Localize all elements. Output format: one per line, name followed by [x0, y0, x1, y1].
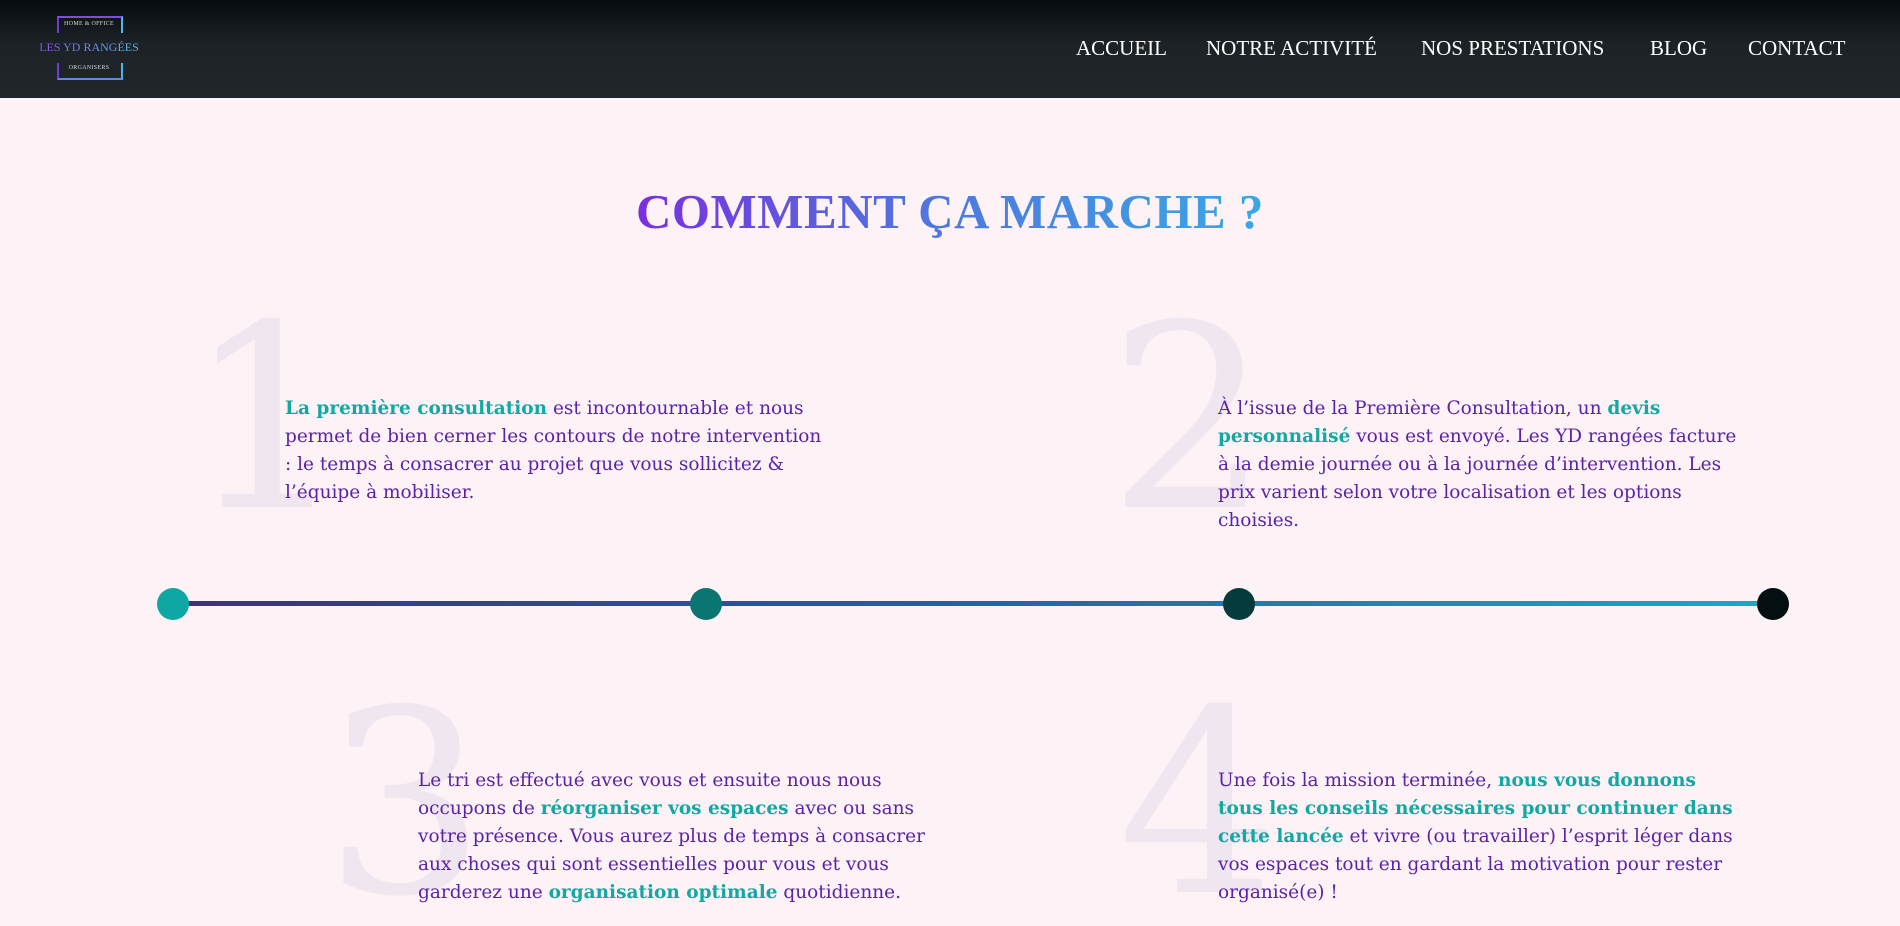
timeline-dot-1: [157, 588, 189, 620]
step-3-text-3: quotidienne.: [777, 882, 901, 903]
step-2-text-1: À l’issue de la Première Consultation, u…: [1218, 398, 1608, 419]
nav-nos-prestations[interactable]: NOS PRESTATIONS: [1421, 36, 1604, 61]
timeline-dot-3: [1223, 588, 1255, 620]
nav-accueil[interactable]: ACCUEIL: [1076, 36, 1167, 61]
site-header: HOME & OFFICE LES YD RANGÉES ORGANISERS …: [0, 0, 1900, 98]
step-3-highlight-2: organisation optimale: [548, 882, 778, 903]
step-1-highlight: La première consultation: [285, 398, 548, 419]
step-3-highlight-1: réorganiser vos espaces: [540, 798, 789, 819]
nav-contact[interactable]: CONTACT: [1748, 36, 1845, 61]
nav-notre-activite[interactable]: NOTRE ACTIVITÉ: [1206, 36, 1377, 61]
step-4-text-1: Une fois la mission terminée,: [1218, 770, 1498, 791]
step-2-description: À l’issue de la Première Consultation, u…: [1218, 395, 1743, 535]
step-4-description: Une fois la mission terminée, nous vous …: [1218, 767, 1743, 907]
timeline-line: [170, 601, 1770, 606]
logo-tagline-bottom: ORGANISERS: [68, 65, 110, 71]
step-3-description: Le tri est effectué avec vous et ensuite…: [418, 767, 946, 907]
nav-blog[interactable]: BLOG: [1650, 36, 1707, 61]
step-1-description: La première consultation est incontourna…: [285, 395, 830, 507]
page-title: COMMENT ÇA MARCHE ?: [0, 182, 1900, 242]
logo-brand-name: LES YD RANGÉES: [36, 40, 142, 55]
page-title-text: COMMENT ÇA MARCHE ?: [636, 184, 1264, 239]
timeline-dot-4: [1757, 588, 1789, 620]
site-logo[interactable]: HOME & OFFICE LES YD RANGÉES ORGANISERS: [36, 16, 142, 80]
logo-tagline-top: HOME & OFFICE: [64, 21, 114, 27]
timeline-dot-2: [690, 588, 722, 620]
